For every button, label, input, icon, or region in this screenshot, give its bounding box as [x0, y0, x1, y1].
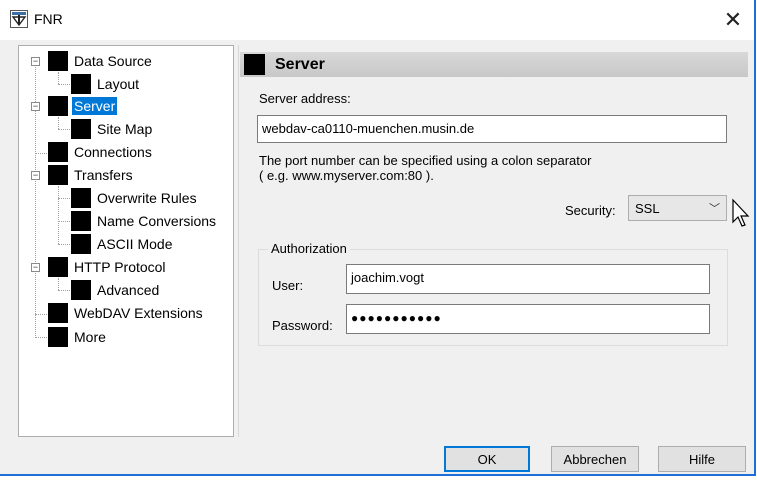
tree-item-connections[interactable]: Connections — [48, 142, 154, 162]
tree-item-icon — [71, 234, 91, 254]
tree-item-icon — [71, 188, 91, 208]
mouse-pointer-icon — [732, 198, 750, 227]
collapse-icon[interactable]: − — [31, 102, 40, 111]
tree-item-icon — [48, 51, 68, 71]
password-label: Password: — [272, 318, 333, 333]
user-input[interactable]: joachim.vogt — [346, 264, 710, 294]
tree-item-icon — [48, 96, 68, 116]
collapse-icon[interactable]: − — [31, 263, 40, 272]
tree-connector — [58, 72, 59, 84]
user-label: User: — [272, 278, 304, 293]
collapse-icon[interactable]: − — [31, 57, 40, 66]
window-title: FNR — [34, 11, 63, 27]
tree-connector — [58, 186, 59, 244]
server-address-input[interactable]: webdav-ca0110-muenchen.musin.de — [257, 115, 727, 143]
tree-item-webdav-extensions[interactable]: WebDAV Extensions — [48, 303, 205, 323]
tree-item-http-protocol[interactable]: HTTP Protocol — [48, 257, 168, 277]
cancel-button[interactable]: Abbrechen — [551, 446, 639, 472]
section-title: Server — [275, 55, 325, 73]
settings-tree[interactable]: − − − − Data Source Layout Server Site M… — [18, 45, 234, 437]
close-button[interactable]: ✕ — [716, 4, 750, 36]
tree-item-ascii-mode[interactable]: ASCII Mode — [71, 234, 174, 254]
section-icon — [244, 54, 265, 75]
authorization-title: Authorization — [268, 241, 350, 256]
tree-connector — [35, 153, 49, 154]
ok-button[interactable]: OK — [444, 446, 530, 472]
tree-item-icon — [48, 303, 68, 323]
tree-item-name-conversions[interactable]: Name Conversions — [71, 211, 218, 231]
title-bar: FNR ✕ — [0, 0, 754, 40]
tree-item-layout[interactable]: Layout — [71, 74, 141, 94]
tree-item-icon — [48, 142, 68, 162]
tree-item-transfers[interactable]: Transfers — [48, 165, 135, 185]
security-value: SSL — [635, 200, 660, 216]
server-address-label: Server address: — [259, 91, 351, 106]
password-input[interactable]: ●●●●●●●●●●● — [346, 304, 710, 334]
tree-item-icon — [71, 280, 91, 300]
fnr-dialog: FNR ✕ − − − − Data Source Layout Server … — [0, 0, 756, 476]
tree-connector — [58, 290, 72, 291]
tree-connector — [58, 117, 59, 129]
tree-connector — [58, 198, 72, 199]
tree-item-server[interactable]: Server — [48, 96, 119, 116]
tree-item-site-map[interactable]: Site Map — [71, 119, 154, 139]
tree-item-more[interactable]: More — [48, 327, 108, 347]
tree-connector — [58, 244, 72, 245]
tree-item-icon — [48, 257, 68, 277]
tree-item-icon — [48, 327, 68, 347]
tree-item-advanced[interactable]: Advanced — [71, 280, 161, 300]
tree-item-icon — [48, 165, 68, 185]
tree-connector — [58, 129, 72, 130]
tree-item-overwrite-rules[interactable]: Overwrite Rules — [71, 188, 199, 208]
collapse-icon[interactable]: − — [31, 171, 40, 180]
tree-connector — [58, 278, 59, 290]
tree-item-icon — [71, 119, 91, 139]
tree-connector — [58, 221, 72, 222]
tree-connector — [58, 84, 72, 85]
security-select[interactable]: SSL ﹀ — [628, 195, 727, 221]
tree-item-icon — [71, 74, 91, 94]
tree-connector — [35, 337, 49, 338]
close-icon: ✕ — [723, 7, 743, 32]
tree-connector — [35, 314, 49, 315]
section-header: Server — [240, 52, 748, 77]
port-hint-line1: The port number can be specified using a… — [259, 153, 592, 168]
port-hint-line2: ( e.g. www.myserver.com:80 ). — [259, 168, 434, 183]
app-icon — [10, 10, 28, 28]
help-button[interactable]: Hilfe — [658, 446, 746, 472]
tree-item-data-source[interactable]: Data Source — [48, 51, 154, 71]
chevron-down-icon: ﹀ — [709, 203, 720, 215]
security-label: Security: — [565, 203, 616, 218]
tree-item-icon — [71, 211, 91, 231]
